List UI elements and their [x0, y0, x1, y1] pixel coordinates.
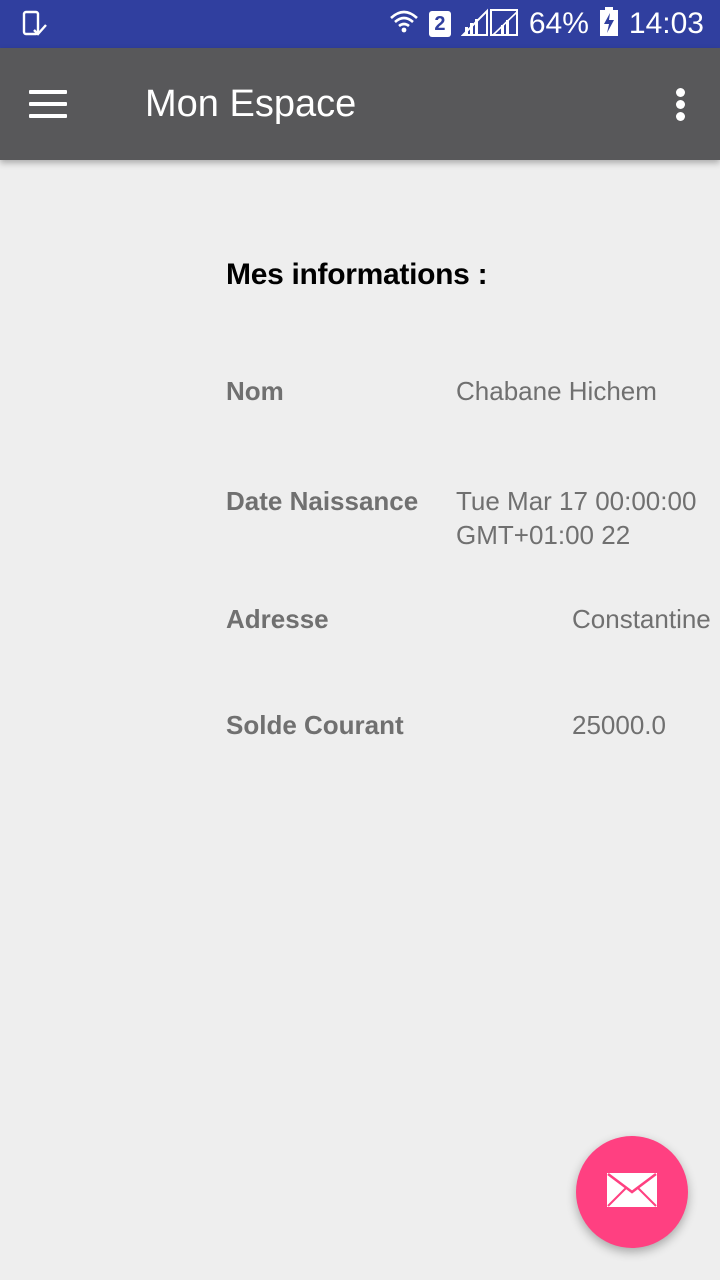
battery-charging-icon: [599, 6, 619, 42]
phone-check-icon: [22, 10, 48, 38]
more-vert-icon[interactable]: [662, 76, 698, 132]
sim-2-icon: 2: [428, 11, 451, 37]
status-time: 14:03: [628, 7, 704, 40]
battery-percent: 64%: [528, 7, 589, 40]
mail-envelope-icon: [606, 1172, 658, 1213]
date-naissance-value-line1: Tue Mar 17 00:00:00: [456, 486, 697, 516]
app-title: Mon Espace: [145, 83, 357, 125]
status-icons: 2 64% 14:03: [389, 0, 704, 48]
hamburger-menu-icon[interactable]: [18, 74, 78, 134]
date-naissance-label: Date Naissance: [226, 486, 419, 516]
nom-label: Nom: [226, 376, 284, 406]
solde-label: Solde Courant: [226, 710, 404, 740]
send-mail-button[interactable]: [576, 1136, 688, 1248]
nom-value: Chabane Hichem: [456, 376, 657, 406]
adresse-value: Constantine: [572, 604, 711, 634]
status-bar: 2 64% 14:03: [0, 0, 720, 48]
solde-value: 25000.0: [572, 710, 666, 740]
date-naissance-value-line2: GMT+01:00 22: [456, 520, 631, 550]
wifi-icon: [389, 7, 419, 42]
section-title: Mes informations :: [226, 258, 488, 291]
signal-icon: [460, 7, 519, 42]
app-bar: Mon Espace: [0, 48, 720, 160]
adresse-label: Adresse: [226, 604, 329, 634]
